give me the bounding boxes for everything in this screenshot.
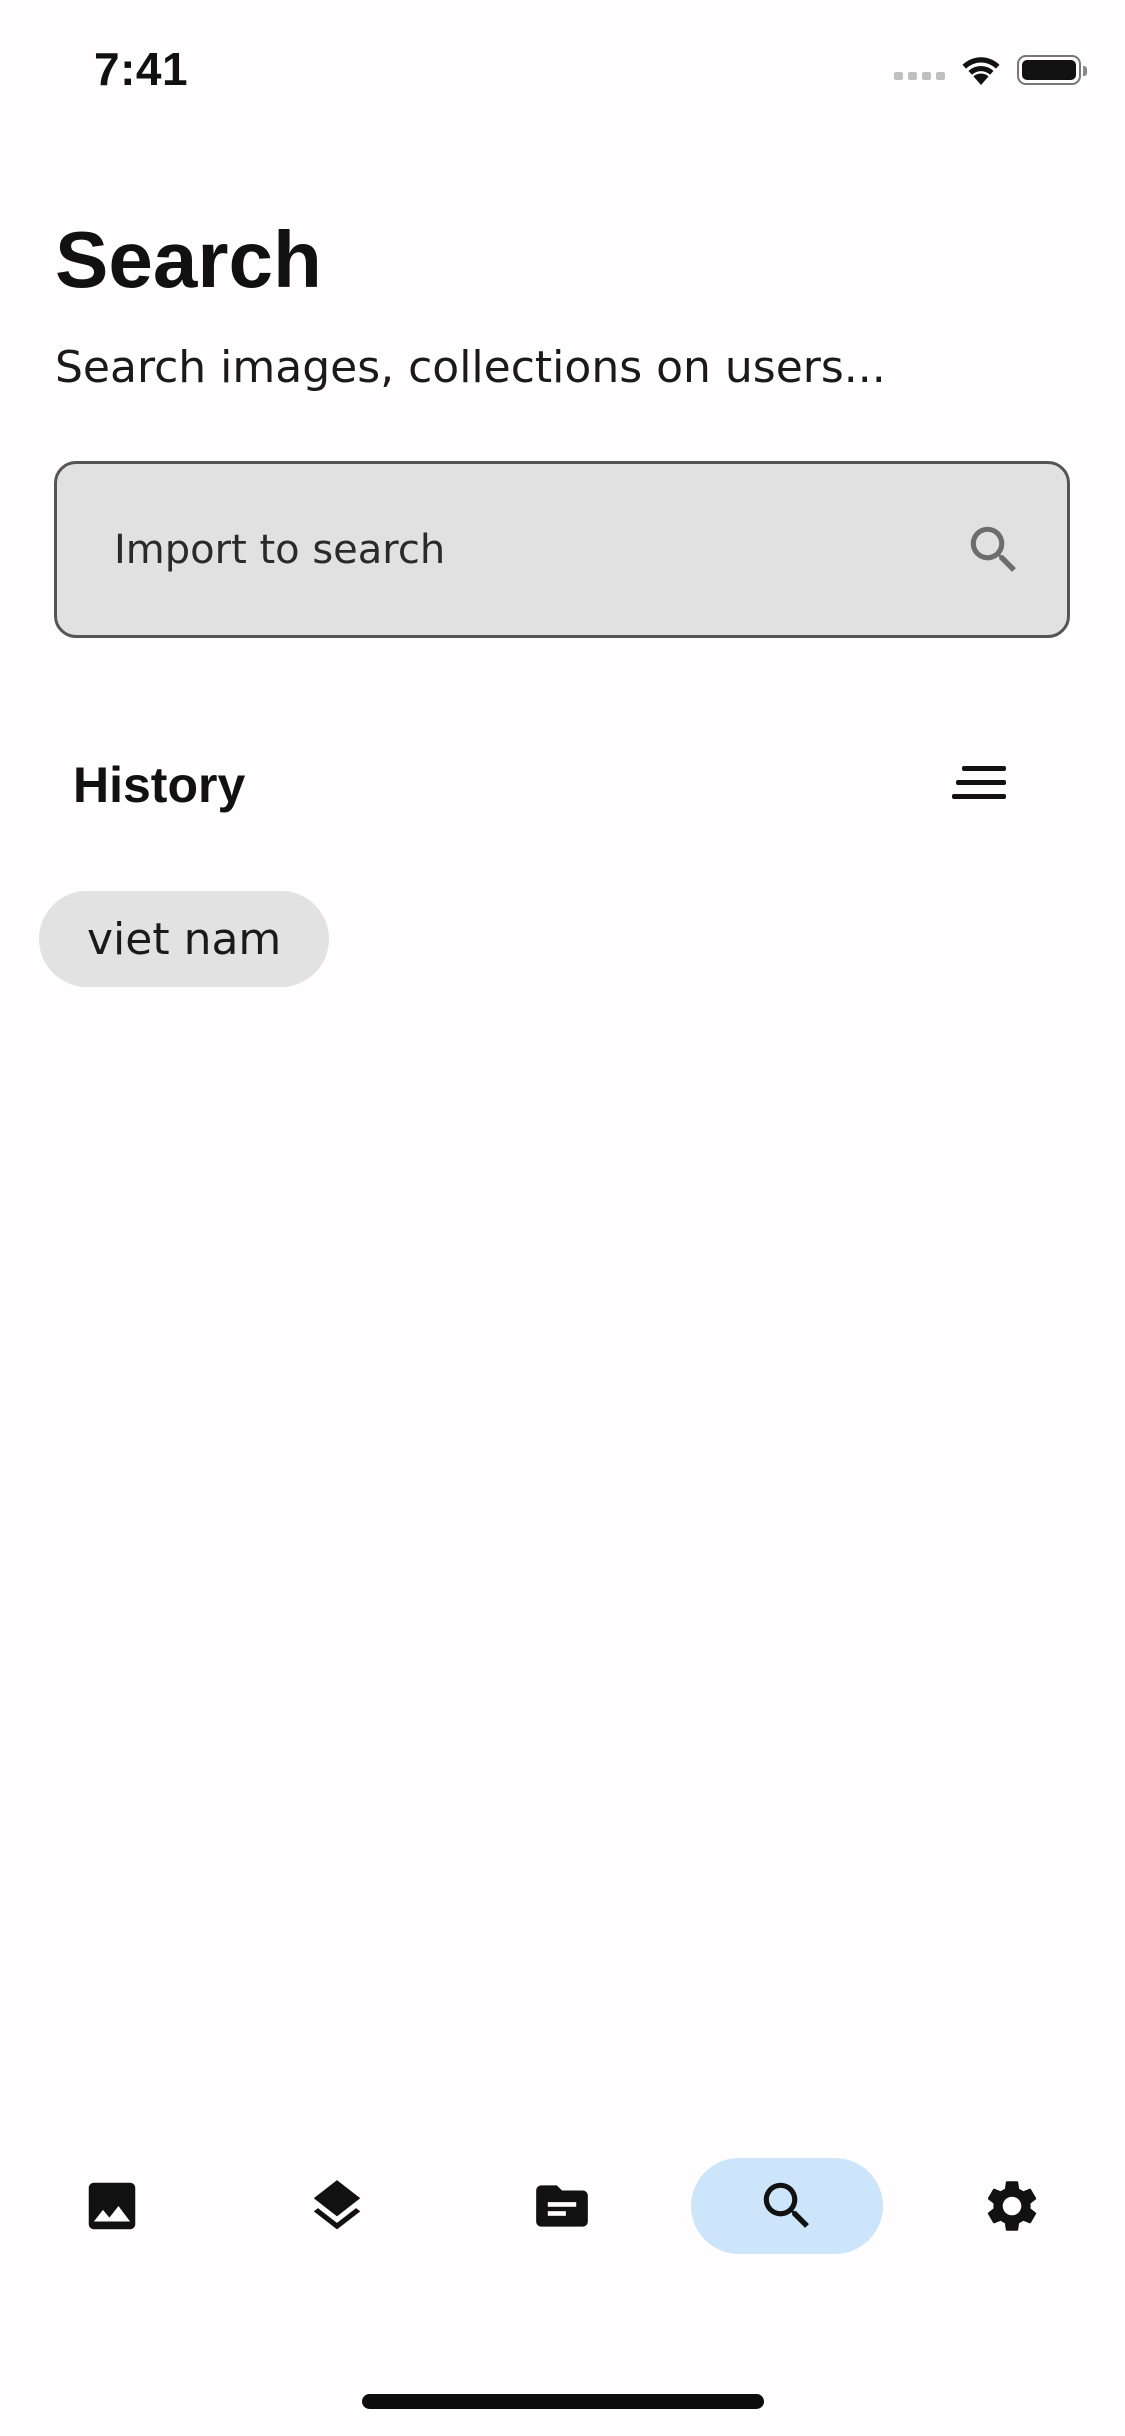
history-heading: History (73, 757, 246, 813)
search-icon[interactable] (963, 519, 1025, 581)
nav-item-collections[interactable] (289, 2158, 385, 2254)
nav-item-search[interactable] (691, 2158, 883, 2254)
image-icon (88, 2182, 136, 2230)
nav-item-settings[interactable] (964, 2158, 1060, 2254)
search-input[interactable] (112, 513, 936, 586)
page-subtitle: Search images, collections on users... (55, 342, 886, 393)
page-title: Search (55, 215, 322, 304)
cellular-signal-icon (894, 60, 945, 80)
status-bar: 7:41 (0, 0, 1125, 132)
status-icons (894, 48, 1087, 92)
status-time: 7:41 (94, 43, 189, 95)
folder-icon (536, 2185, 588, 2227)
battery-icon (1017, 55, 1087, 85)
nav-item-files[interactable] (514, 2158, 610, 2254)
search-field[interactable] (54, 461, 1070, 638)
wifi-icon (962, 57, 1000, 85)
history-chip[interactable]: viet nam (39, 891, 330, 987)
settings-icon (987, 2181, 1037, 2231)
bottom-navigation (0, 2158, 1125, 2268)
nav-item-images[interactable] (64, 2158, 160, 2254)
layers-icon (313, 2180, 361, 2230)
search-icon (763, 2182, 809, 2228)
sort-icon[interactable] (950, 760, 1012, 810)
home-indicator (362, 2394, 764, 2409)
